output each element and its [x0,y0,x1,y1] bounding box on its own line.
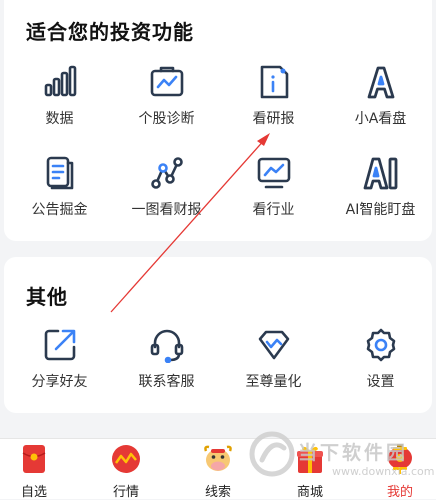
gear-icon [363,327,399,363]
others-section-title: 其他 [26,285,68,309]
settings[interactable]: 设置 [327,327,434,397]
features-section-title: 适合您的投资功能 [26,20,194,44]
nav-market[interactable]: 行情 [96,439,156,500]
share-friends[interactable]: 分享好友 [6,327,113,397]
others-label: 分享好友 [31,374,88,390]
stock-diagnosis-icon [149,64,185,100]
nav-mall[interactable]: 商城 [280,439,340,500]
node-graph-icon [149,155,185,191]
gift-box-icon [294,443,326,475]
others-label: 设置 [366,374,395,390]
feature-industry[interactable]: 看行业 [220,155,327,225]
features-card: 适合您的投资功能 数据 个股诊断 看研报 小A看盘 公告掘金 一图看财报 看行业… [4,0,432,241]
feature-label: 数据 [45,111,74,127]
feature-financial-report[interactable]: 一图看财报 [113,155,220,225]
feature-xiao-a[interactable]: 小A看盘 [327,64,434,134]
nav-mine[interactable]: 我的 [370,439,430,500]
announcement-icon [42,155,78,191]
nav-clues[interactable]: 线索 [188,439,248,500]
feature-data[interactable]: 数据 [6,64,113,134]
bar-chart-icon [42,64,78,100]
feature-stock-diagnosis[interactable]: 个股诊断 [113,64,220,134]
diamond-icon [256,327,292,363]
lantern-icon [384,443,416,475]
feature-label: AI智能盯盘 [345,202,416,218]
market-icon [110,443,142,475]
ai-icon [363,155,399,191]
nav-label: 行情 [112,485,139,500]
feature-label: 看研报 [252,111,295,127]
bottom-nav: 自选 行情 线索 商城 我的 [0,438,436,500]
letter-a-icon [363,64,399,100]
feature-label: 一图看财报 [131,202,202,218]
feature-label: 公告掘金 [31,202,88,218]
others-label: 至尊量化 [245,374,302,390]
feature-announcement[interactable]: 公告掘金 [6,155,113,225]
headset-icon [149,327,185,363]
feature-label: 看行业 [252,202,295,218]
nav-label: 商城 [296,485,323,500]
supreme-quant[interactable]: 至尊量化 [220,327,327,397]
others-card: 其他 分享好友 联系客服 至尊量化 设置 [4,257,432,413]
red-envelope-icon [18,443,50,475]
nav-label: 线索 [204,485,231,500]
industry-monitor-icon [256,155,292,191]
share-icon [42,327,78,363]
feature-ai-watch[interactable]: AI智能盯盘 [327,155,434,225]
ox-mascot-icon [202,443,234,475]
feature-label: 小A看盘 [354,111,407,127]
nav-label: 自选 [20,485,47,500]
research-report-icon [256,64,292,100]
nav-watchlist[interactable]: 自选 [4,439,64,500]
feature-label: 个股诊断 [138,111,195,127]
nav-label: 我的 [386,485,413,500]
others-label: 联系客服 [138,374,195,390]
feature-research-report[interactable]: 看研报 [220,64,327,134]
contact-service[interactable]: 联系客服 [113,327,220,397]
